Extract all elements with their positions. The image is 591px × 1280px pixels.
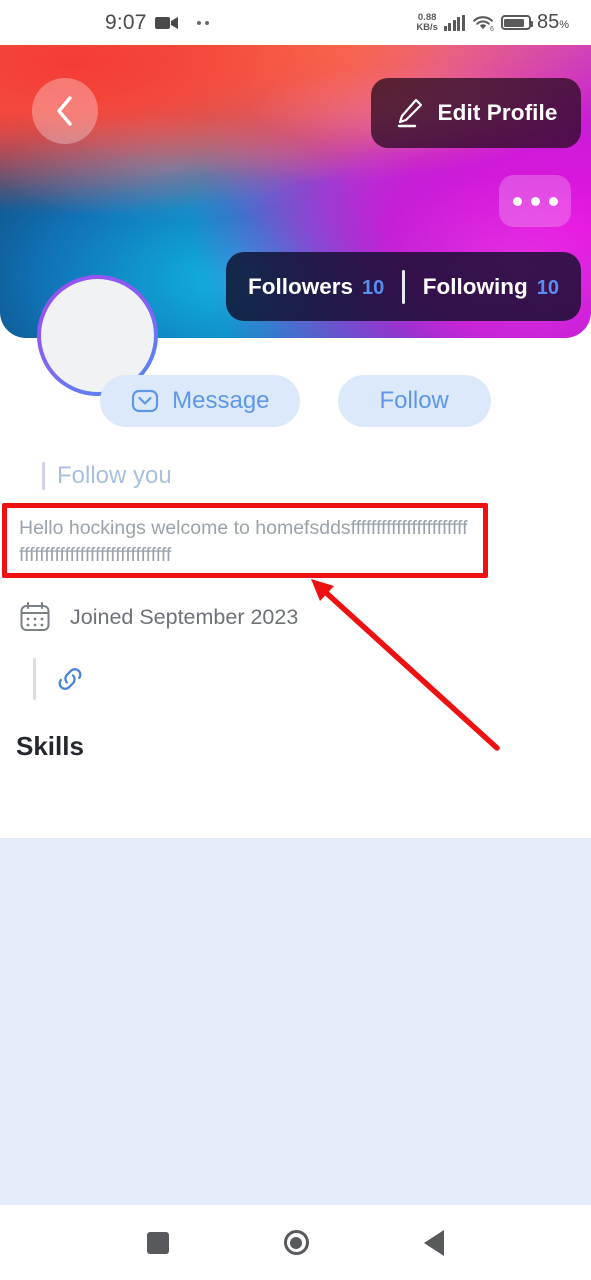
follow-you-accent-bar xyxy=(42,462,45,490)
follow-button[interactable]: Follow xyxy=(337,375,491,427)
followers-stat[interactable]: Followers 10 xyxy=(248,274,384,300)
square-recents-icon[interactable] xyxy=(147,1231,170,1254)
followers-label: Followers xyxy=(247,273,354,299)
chevron-left-icon xyxy=(57,96,72,126)
joined-date-row: Joined September 2023 xyxy=(18,600,298,634)
status-bar-right: 0.88 KB/s 6 85% xyxy=(416,0,569,45)
stats-divider xyxy=(402,269,405,304)
profile-link-row xyxy=(33,658,86,700)
back-button[interactable] xyxy=(32,78,98,144)
calendar-icon xyxy=(20,602,50,631)
wifi-6-icon: 6 xyxy=(473,15,494,32)
skills-heading: Skills xyxy=(16,731,84,761)
battery-percent: 85% xyxy=(536,11,569,33)
link-accent-bar xyxy=(33,658,36,700)
video-camera-icon xyxy=(154,16,178,29)
link-chain-icon[interactable] xyxy=(54,663,86,695)
more-horizontal-icon xyxy=(512,196,522,206)
message-chat-icon xyxy=(132,389,159,413)
stats-pill: Followers 10 Following 10 xyxy=(225,252,581,321)
network-speed-unit: KB/s xyxy=(416,21,438,33)
status-bar-left: 9:07 xyxy=(105,0,209,45)
clock: 9:07 xyxy=(105,10,147,34)
triangle-back-icon[interactable] xyxy=(423,1229,444,1256)
edit-profile-button[interactable]: Edit Profile xyxy=(371,78,581,148)
bio-text: Hello hockings welcome to homefsddsfffff… xyxy=(19,517,468,566)
circle-home-icon[interactable] xyxy=(283,1230,309,1255)
follow-you-label: Follow you xyxy=(57,462,172,489)
status-bar: 9:07 0.88 KB/s 6 85% xyxy=(0,0,591,45)
content-panel xyxy=(0,838,591,1205)
cellular-signal-icon xyxy=(443,14,465,31)
wifi-generation-label: 6 xyxy=(490,26,494,32)
message-button[interactable]: Message xyxy=(100,375,300,427)
following-label: Following xyxy=(422,273,528,299)
network-speed-indicator: 0.88 KB/s xyxy=(416,13,438,32)
android-nav-bar xyxy=(0,1205,591,1280)
status-dots-icon xyxy=(196,20,209,25)
follow-you-indicator: Follow you xyxy=(42,462,172,490)
message-label: Message xyxy=(172,387,270,414)
following-stat[interactable]: Following 10 xyxy=(423,274,559,300)
joined-date-label: Joined September 2023 xyxy=(70,604,299,629)
phone-screen: 9:07 0.88 KB/s 6 85% Edit Profile Follow… xyxy=(0,0,591,1280)
profile-action-row: Message Follow xyxy=(0,375,591,427)
following-count: 10 xyxy=(536,276,559,299)
pencil-edit-icon xyxy=(397,98,422,128)
followers-count: 10 xyxy=(362,276,385,299)
edit-profile-label: Edit Profile xyxy=(437,100,558,125)
battery-icon xyxy=(500,15,533,30)
more-options-button[interactable] xyxy=(499,175,571,227)
follow-label: Follow xyxy=(379,387,449,414)
